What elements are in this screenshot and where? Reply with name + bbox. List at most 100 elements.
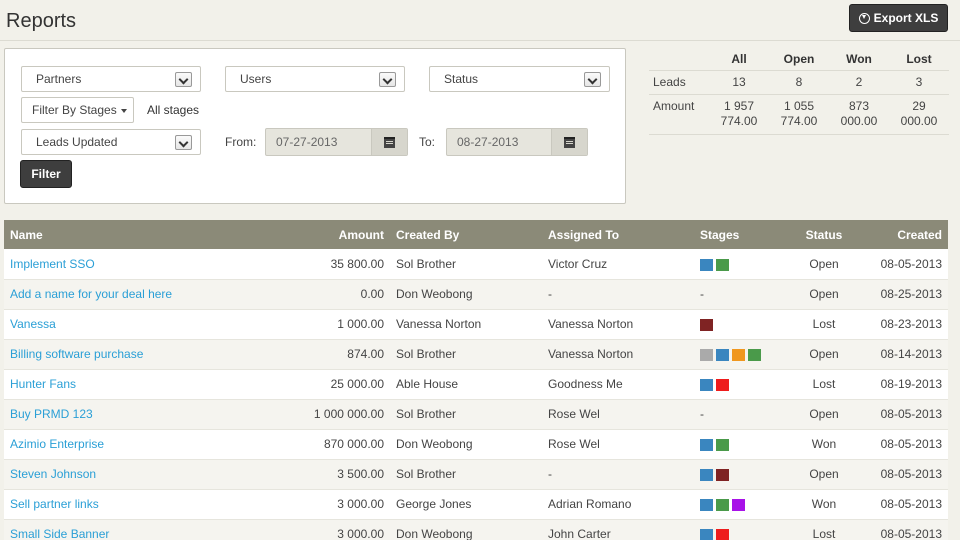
cell-stages <box>694 369 796 400</box>
table-row[interactable]: Small Side Banner 3 000.00 Don Weobong John… <box>4 519 948 540</box>
column-header-amount[interactable]: Amount <box>254 220 390 249</box>
amount-line-1: 1 055 <box>783 99 815 113</box>
table-row[interactable]: Vanessa 1 000.00 Vanessa Norton Vanessa Nor… <box>4 309 948 340</box>
stage-indicator-green[interactable] <box>716 258 729 271</box>
deal-link[interactable]: Azimio Enterprise <box>10 437 104 451</box>
cell-stages <box>694 519 796 540</box>
stage-indicator-blue[interactable] <box>716 348 729 361</box>
amount-line-1: 1 957 <box>723 99 755 113</box>
page-title: Reports <box>6 10 77 32</box>
stage-indicator-blue[interactable] <box>700 498 713 511</box>
filter-by-stages-button[interactable]: Filter By Stages <box>21 97 134 123</box>
table-row[interactable]: Steven Johnson 3 500.00 Sol Brother - Open 08… <box>4 459 948 490</box>
to-date-input[interactable]: 08-27-2013 <box>446 128 588 156</box>
table-row[interactable]: Implement SSO 35 800.00 Sol Brother Victor … <box>4 249 948 280</box>
cell-created: 08-23-2013 <box>852 309 948 340</box>
cell-created: 08-19-2013 <box>852 369 948 400</box>
summary-leads-lost: 3 <box>889 69 949 94</box>
cell-name: Small Side Banner <box>4 519 254 540</box>
cell-stages <box>694 429 796 460</box>
summary-leads-all: 13 <box>709 69 769 94</box>
deal-link[interactable]: Steven Johnson <box>10 467 96 481</box>
date-field-select[interactable]: Leads Updated <box>21 129 201 155</box>
stage-indicator-green[interactable] <box>716 438 729 451</box>
stage-indicator-red[interactable] <box>716 528 729 540</box>
filter-by-stages-label: Filter By Stages <box>32 103 117 117</box>
stage-indicator-purple[interactable] <box>732 498 745 511</box>
status-select[interactable]: Status <box>429 66 610 92</box>
amount-line-2: 774.00 <box>780 114 818 128</box>
calendar-icon[interactable] <box>551 129 587 155</box>
stage-indicator-darkred[interactable] <box>700 318 713 331</box>
stage-indicator-blue[interactable] <box>700 378 713 391</box>
partners-select[interactable]: Partners <box>21 66 201 92</box>
deal-link[interactable]: Vanessa <box>10 317 56 331</box>
column-header-stages[interactable]: Stages <box>694 220 796 249</box>
table-row[interactable]: Hunter Fans 25 000.00 Able House Goodness M… <box>4 369 948 400</box>
stage-indicator-blue[interactable] <box>700 528 713 540</box>
cell-created: 08-05-2013 <box>852 249 948 280</box>
stage-indicator-blue[interactable] <box>700 258 713 271</box>
cell-created: 08-14-2013 <box>852 339 948 370</box>
cell-amount: 25 000.00 <box>254 369 390 400</box>
stage-indicator-darkred[interactable] <box>716 468 729 481</box>
cell-amount: 870 000.00 <box>254 429 390 460</box>
cell-status: Won <box>796 489 852 520</box>
summary-leads-won: 2 <box>829 69 889 94</box>
stage-indicator-green[interactable] <box>716 498 729 511</box>
cell-amount: 0.00 <box>254 279 390 310</box>
cell-assigned-to: Victor Cruz <box>542 249 694 280</box>
cell-created-by: Vanessa Norton <box>390 309 542 340</box>
column-header-assigned-to[interactable]: Assigned To <box>542 220 694 249</box>
cell-stages <box>694 309 796 340</box>
deal-link[interactable]: Buy PRMD 123 <box>10 407 93 421</box>
deal-link[interactable]: Small Side Banner <box>10 527 109 540</box>
cell-created: 08-05-2013 <box>852 489 948 520</box>
summary-header-won: Won <box>846 51 872 66</box>
stage-indicator-grey[interactable] <box>700 348 713 361</box>
summary-header-lost: Lost <box>906 51 932 66</box>
cell-amount: 1 000.00 <box>254 309 390 340</box>
deals-table-container[interactable]: Name Amount Created By Assigned To Stage… <box>4 220 948 540</box>
deal-link[interactable]: Add a name for your deal here <box>10 287 172 301</box>
table-row[interactable]: Add a name for your deal here 0.00 Don Weo… <box>4 279 948 310</box>
cell-created: 08-05-2013 <box>852 519 948 540</box>
summary-amount-all: 1 957 774.00 <box>709 93 769 135</box>
export-xls-button[interactable]: Export XLS <box>849 4 948 32</box>
stage-indicator-blue[interactable] <box>700 438 713 451</box>
deal-link[interactable]: Billing software purchase <box>10 347 143 361</box>
table-row[interactable]: Sell partner links 3 000.00 George Jones Ad… <box>4 489 948 520</box>
cell-stages <box>694 339 796 370</box>
from-date-input[interactable]: 07-27-2013 <box>265 128 408 156</box>
cell-stages: - <box>694 279 796 310</box>
cell-status: Open <box>796 459 852 490</box>
cell-created-by: Sol Brother <box>390 249 542 280</box>
stage-indicator-blue[interactable] <box>700 468 713 481</box>
cell-amount: 3 500.00 <box>254 459 390 490</box>
table-row[interactable]: Billing software purchase 874.00 Sol Broth… <box>4 339 948 370</box>
export-xls-label: Export XLS <box>873 11 939 25</box>
deal-link[interactable]: Implement SSO <box>10 257 95 271</box>
column-header-name[interactable]: Name <box>4 220 254 249</box>
chevron-down-icon <box>175 135 192 150</box>
cell-created-by: George Jones <box>390 489 542 520</box>
cell-created-by: Don Weobong <box>390 429 542 460</box>
stage-indicator-orange[interactable] <box>732 348 745 361</box>
filter-button[interactable]: Filter <box>20 160 72 188</box>
summary-amount-open: 1 055 774.00 <box>769 93 829 135</box>
deal-link[interactable]: Hunter Fans <box>10 377 76 391</box>
cell-assigned-to: Adrian Romano <box>542 489 694 520</box>
column-header-created[interactable]: Created <box>852 220 948 249</box>
download-icon <box>858 12 870 24</box>
calendar-icon[interactable] <box>371 129 407 155</box>
table-row[interactable]: Azimio Enterprise 870 000.00 Don Weobong Ro… <box>4 429 948 460</box>
to-date-value: 08-27-2013 <box>457 135 519 149</box>
deal-link[interactable]: Sell partner links <box>10 497 99 511</box>
amount-line-2: 000.00 <box>900 114 938 128</box>
column-header-status[interactable]: Status <box>796 220 852 249</box>
stage-indicator-green[interactable] <box>748 348 761 361</box>
users-select[interactable]: Users <box>225 66 405 92</box>
stage-indicator-red[interactable] <box>716 378 729 391</box>
column-header-created-by[interactable]: Created By <box>390 220 542 249</box>
table-row[interactable]: Buy PRMD 123 1 000 000.00 Sol Brother Rose … <box>4 399 948 430</box>
